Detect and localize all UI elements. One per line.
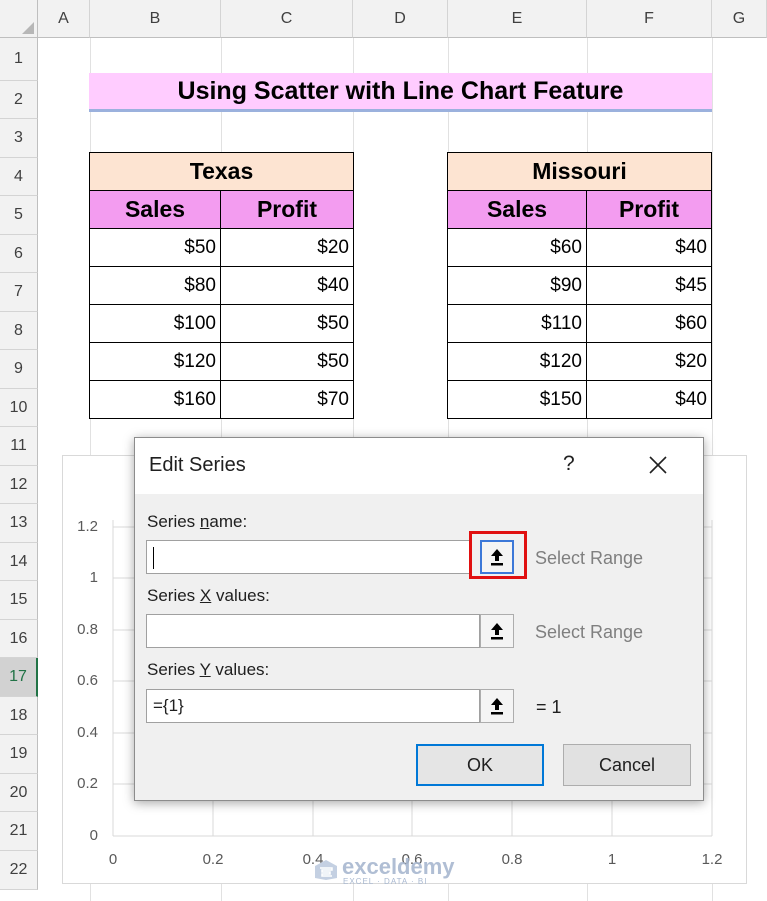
highlight-box [469,531,527,579]
y-tick-label: 0.4 [77,724,98,741]
series-name-input[interactable] [146,540,470,574]
x-tick-label: 1.2 [701,851,723,868]
series-x-range-button[interactable] [480,614,514,648]
series-name-range-hint: Select Range [535,548,644,568]
y-tick-label: 0 [89,827,98,844]
watermark-tagline: EXCEL · DATA · BI [343,877,428,886]
series-y-result: = 1 [536,697,562,717]
x-tick-label: 1 [607,851,617,868]
cancel-button[interactable]: Cancel [563,744,691,786]
series-x-range-hint: Select Range [535,622,644,642]
y-tick-label: 0.6 [77,672,98,689]
series-x-input[interactable] [146,614,480,648]
series-y-label: Series Y values: [147,660,270,679]
series-y-input[interactable]: ={1} [146,689,480,723]
collapse-dialog-icon [491,623,503,640]
exceldemy-logo-icon [315,860,337,880]
x-tick-label: 0.2 [202,851,224,868]
y-tick-label: 1.2 [77,518,98,535]
y-tick-label: 0.2 [77,775,98,792]
ok-button[interactable]: OK [416,744,544,786]
close-icon[interactable] [647,454,669,476]
x-tick-label: 0.8 [501,851,523,868]
y-tick-label: 1 [89,569,98,586]
text-cursor [153,547,154,569]
dialog-title: Edit Series [149,454,246,476]
series-name-label: Series name: [147,512,248,531]
x-tick-label: 0 [108,851,118,868]
collapse-dialog-icon [491,698,503,715]
help-button[interactable]: ? [563,452,575,476]
series-y-range-button[interactable] [480,689,514,723]
y-tick-label: 0.8 [77,621,98,638]
series-x-label: Series X values: [147,586,270,605]
